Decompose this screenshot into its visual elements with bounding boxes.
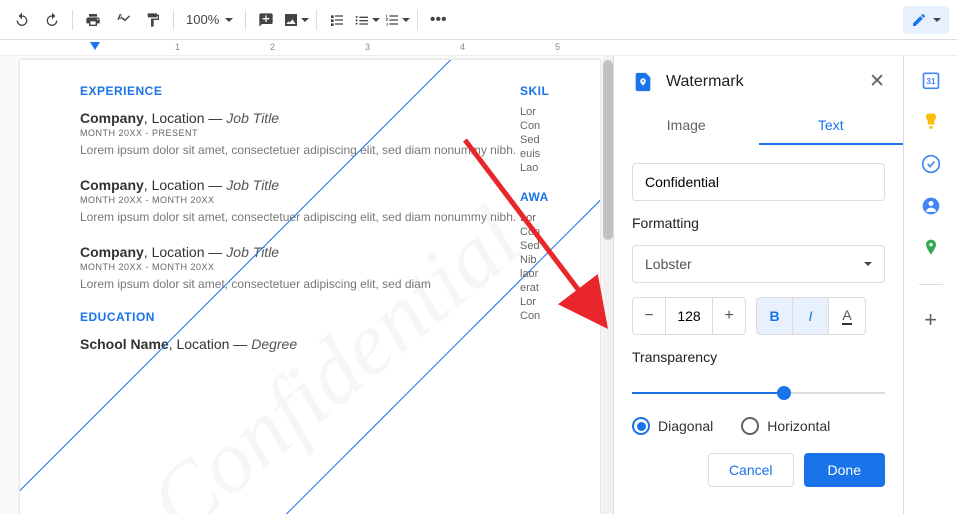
tab-image[interactable]: Image [614,107,759,145]
text-color-button[interactable]: A [829,298,865,334]
size-value[interactable]: 128 [665,298,713,334]
cancel-button[interactable]: Cancel [708,453,794,487]
font-size-stepper: − 128 + [632,297,746,335]
numbered-list-button[interactable] [383,6,411,34]
document-area[interactable]: Confidential EXPERIENCE Company, Locatio… [0,56,603,514]
watermark-icon [632,71,654,93]
contacts-icon[interactable] [921,196,941,216]
checklist-button[interactable] [323,6,351,34]
formatting-label: Formatting [632,215,885,231]
scrollbar-thumb[interactable] [603,60,613,240]
maps-icon[interactable] [921,238,941,258]
chevron-down-icon [933,18,941,22]
svg-text:31: 31 [926,76,936,86]
page: Confidential EXPERIENCE Company, Locatio… [20,60,600,514]
italic-button[interactable]: I [793,298,829,334]
vertical-scrollbar[interactable] [603,56,613,514]
toolbar: 100% ••• [0,0,957,40]
chevron-down-icon [225,18,233,22]
indent-marker[interactable] [90,42,100,50]
tasks-icon[interactable] [921,154,941,174]
size-decrease[interactable]: − [633,298,665,334]
orientation-diagonal[interactable]: Diagonal [632,417,713,435]
watermark-panel: Watermark ✕ Image Text Formatting Lobste… [613,56,903,514]
print-button[interactable] [79,6,107,34]
done-button[interactable]: Done [804,453,885,487]
close-button[interactable]: ✕ [869,70,885,93]
panel-title: Watermark [666,73,857,91]
experience-entry: Company, Location — Job Title MONTH 20XX… [80,110,540,159]
section-skills: SKIL [520,84,600,98]
chevron-down-icon [402,18,410,22]
transparency-slider[interactable] [632,383,885,403]
spellcheck-button[interactable] [109,6,137,34]
font-select[interactable]: Lobster [632,245,885,283]
chevron-down-icon [301,18,309,22]
font-value: Lobster [645,256,692,272]
zoom-select[interactable]: 100% [180,12,239,27]
slider-thumb[interactable] [777,386,791,400]
keep-icon[interactable] [921,112,941,132]
edit-mode-button[interactable] [903,6,949,34]
section-awards: AWA [520,190,600,204]
tab-text[interactable]: Text [759,107,904,145]
redo-button[interactable] [38,6,66,34]
chevron-down-icon [864,262,872,266]
section-experience: EXPERIENCE [80,84,540,98]
size-increase[interactable]: + [713,298,745,334]
transparency-label: Transparency [632,349,885,365]
side-panel: 31 + [903,56,957,514]
watermark-text-input[interactable] [632,163,885,201]
education-entry: School Name, Location — Degree [80,336,540,352]
section-education: EDUCATION [80,310,540,324]
experience-entry: Company, Location — Job Title MONTH 20XX… [80,244,540,293]
bulleted-list-button[interactable] [353,6,381,34]
calendar-icon[interactable]: 31 [921,70,941,90]
more-button[interactable]: ••• [424,6,452,34]
right-column: SKIL Lor Con Sed euis Lao AWA Lor Con Se… [520,84,600,324]
insert-comment-button[interactable] [252,6,280,34]
paint-format-button[interactable] [139,6,167,34]
insert-image-button[interactable] [282,6,310,34]
undo-button[interactable] [8,6,36,34]
add-addon-button[interactable]: + [924,307,937,333]
chevron-down-icon [372,18,380,22]
bold-button[interactable]: B [757,298,793,334]
ruler: 1 2 3 4 5 [0,40,957,56]
orientation-horizontal[interactable]: Horizontal [741,417,830,435]
